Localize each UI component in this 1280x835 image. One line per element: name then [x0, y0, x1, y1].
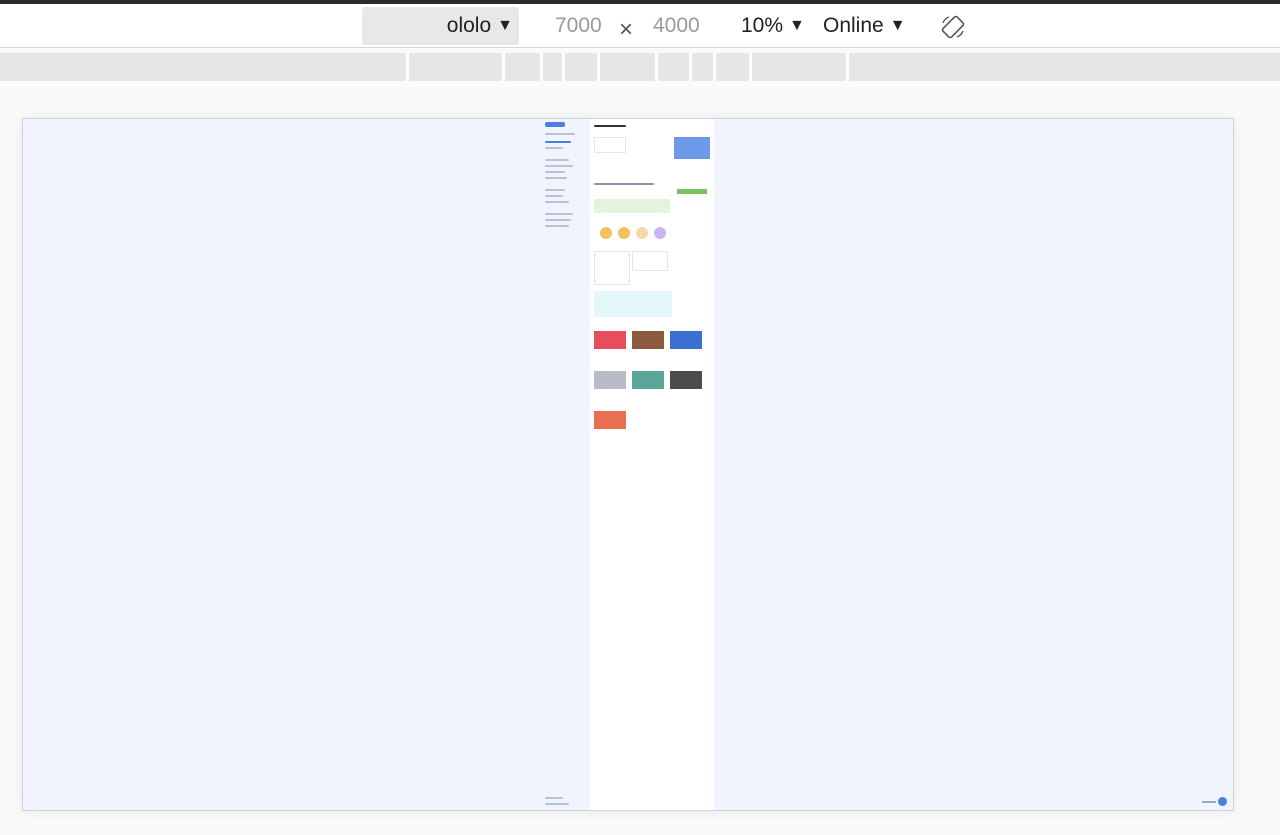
preview-line	[545, 219, 571, 221]
preview-line	[545, 141, 571, 143]
preview-stats	[632, 251, 668, 271]
preview-thumbnail	[670, 331, 702, 349]
preview-thumbnail	[594, 371, 626, 389]
device-viewport[interactable]	[22, 118, 1234, 811]
chevron-down-icon: ▼	[889, 17, 906, 34]
preview-button	[677, 189, 707, 194]
chevron-down-icon: ▼	[497, 17, 513, 34]
preview-line	[545, 171, 565, 173]
preview-badge	[600, 227, 612, 239]
preview-thumbnail	[594, 331, 626, 349]
device-toolbar: ololo ▼ 7000 × 4000 10% ▼ Online ▼	[0, 4, 1280, 48]
preview-text	[594, 183, 654, 185]
preview-line	[545, 165, 573, 167]
chevron-down-icon: ▼	[789, 17, 805, 34]
preview-thumbnail	[670, 371, 702, 389]
dimension-separator: ×	[619, 16, 634, 43]
rotate-device-icon[interactable]	[940, 14, 966, 40]
ruler-breakpoint[interactable]	[562, 53, 565, 81]
preview-badge	[654, 227, 666, 239]
ruler-breakpoint[interactable]	[713, 53, 716, 81]
preview-thumbnail	[632, 371, 664, 389]
preview-line	[545, 225, 569, 227]
preview-thumbnail	[632, 331, 664, 349]
preview-line	[545, 201, 569, 203]
preview-info-box	[594, 291, 672, 317]
preview-line	[545, 177, 567, 179]
preview-line	[545, 195, 563, 197]
device-select-label: ololo	[446, 14, 492, 37]
preview-line	[545, 147, 563, 149]
preview-badge	[618, 227, 630, 239]
network-throttle-select[interactable]: Online ▼	[823, 14, 906, 38]
preview-text	[594, 125, 626, 127]
preview-logo	[545, 122, 565, 127]
chat-icon	[1218, 797, 1227, 806]
preview-line	[545, 133, 575, 135]
width-input[interactable]: 7000	[555, 14, 602, 38]
network-label: Online	[823, 14, 884, 37]
preview-line	[545, 189, 565, 191]
ruler-breakpoint[interactable]	[846, 53, 849, 81]
media-query-ruler[interactable]	[0, 53, 1280, 81]
preview-line	[545, 213, 573, 215]
height-input[interactable]: 4000	[653, 14, 700, 38]
preview-line	[545, 159, 569, 161]
preview-badge	[636, 227, 648, 239]
ruler-breakpoint[interactable]	[540, 53, 543, 81]
device-select[interactable]: ololo ▼	[362, 7, 519, 45]
ruler-breakpoint[interactable]	[689, 53, 692, 81]
preview-card	[594, 137, 626, 153]
ruler-breakpoint[interactable]	[406, 53, 409, 81]
ruler-breakpoint[interactable]	[597, 53, 600, 81]
page-preview-content	[590, 119, 714, 810]
preview-stats	[594, 251, 630, 285]
ruler-breakpoint[interactable]	[749, 53, 752, 81]
zoom-select[interactable]: 10% ▼	[741, 14, 805, 38]
preview-banner	[674, 137, 710, 159]
preview-footer-text	[1202, 801, 1216, 803]
zoom-label: 10%	[741, 14, 784, 37]
preview-line	[545, 797, 563, 799]
ruler-breakpoint[interactable]	[655, 53, 658, 81]
ruler-breakpoint[interactable]	[502, 53, 505, 81]
preview-progress	[594, 199, 670, 213]
preview-thumbnail	[594, 411, 626, 429]
preview-line	[545, 803, 569, 805]
